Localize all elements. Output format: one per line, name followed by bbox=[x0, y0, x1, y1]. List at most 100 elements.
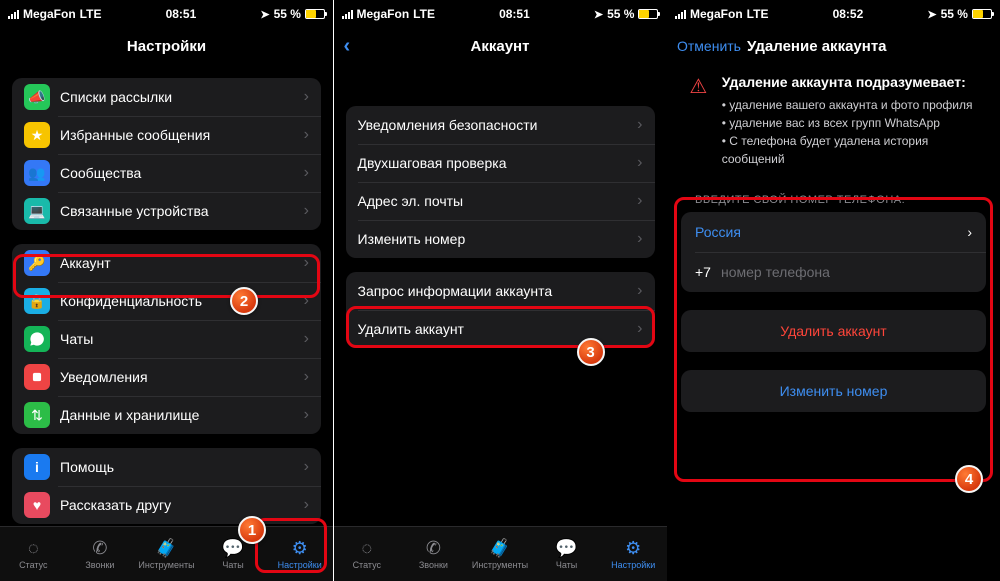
tab-status[interactable]: ◌ Статус bbox=[334, 527, 401, 581]
back-button[interactable]: ‹ bbox=[344, 35, 351, 58]
page-title: Аккаунт bbox=[471, 38, 530, 55]
row-communities[interactable]: 👥 Сообщества › bbox=[12, 154, 321, 192]
country-name: Россия bbox=[695, 224, 967, 240]
phone-section-label: ВВЕДИТЕ СВОЙ НОМЕР ТЕЛЕФОНА: bbox=[695, 194, 972, 206]
chevron-right-icon: › bbox=[637, 320, 642, 338]
row-delete-account[interactable]: Удалить аккаунт › bbox=[346, 310, 655, 348]
step-badge-1: 1 bbox=[238, 516, 266, 544]
signal-icon bbox=[342, 10, 353, 19]
change-number-button[interactable]: Изменить номер bbox=[681, 370, 986, 412]
chevron-right-icon: › bbox=[304, 126, 309, 144]
clock-label: 08:51 bbox=[166, 7, 197, 21]
chevron-right-icon: › bbox=[304, 202, 309, 220]
settings-group-3: i Помощь › ♥ Рассказать другу › bbox=[12, 448, 321, 524]
chevron-right-icon: › bbox=[304, 330, 309, 348]
phone-number-input[interactable]: +7 номер телефона bbox=[681, 252, 986, 292]
tab-chats[interactable]: 💬 Чаты bbox=[533, 527, 600, 581]
chevron-right-icon: › bbox=[637, 282, 642, 300]
clock-label: 08:52 bbox=[833, 7, 864, 21]
row-notifications[interactable]: Уведомления › bbox=[12, 358, 321, 396]
location-icon: ➤ bbox=[260, 8, 269, 21]
settings-group-2: 🔑 Аккаунт › 🔒 Конфиденциальность › Чаты … bbox=[12, 244, 321, 434]
row-privacy[interactable]: 🔒 Конфиденциальность › bbox=[12, 282, 321, 320]
bell-icon bbox=[24, 364, 50, 390]
row-security-notifications[interactable]: Уведомления безопасности › bbox=[346, 106, 655, 144]
warning-title: Удаление аккаунта подразумевает: bbox=[722, 74, 980, 90]
gear-icon: ⚙ bbox=[623, 538, 643, 558]
step-badge-2: 2 bbox=[230, 287, 258, 315]
chevron-right-icon: › bbox=[304, 458, 309, 476]
tab-bar: ◌ Статус ✆ Звонки 🧳 Инструменты 💬 Чаты ⚙… bbox=[0, 526, 333, 581]
row-chats[interactable]: Чаты › bbox=[12, 320, 321, 358]
tab-calls[interactable]: ✆ Звонки bbox=[67, 527, 134, 581]
chevron-right-icon: › bbox=[304, 368, 309, 386]
tab-tools[interactable]: 🧳 Инструменты bbox=[467, 527, 534, 581]
people-icon: 👥 bbox=[24, 160, 50, 186]
phone-placeholder: номер телефона bbox=[721, 264, 830, 280]
lock-icon: 🔒 bbox=[24, 288, 50, 314]
row-email[interactable]: Адрес эл. почты › bbox=[346, 182, 655, 220]
header-account: ‹ Аккаунт bbox=[334, 28, 667, 64]
network-label: LTE bbox=[80, 7, 102, 21]
arrows-icon: ⇅ bbox=[24, 402, 50, 428]
battery-icon bbox=[305, 9, 325, 19]
clock-label: 08:51 bbox=[499, 7, 530, 21]
heart-icon: ♥ bbox=[24, 492, 50, 518]
tab-bar: ◌ Статус ✆ Звонки 🧳 Инструменты 💬 Чаты ⚙… bbox=[334, 526, 667, 581]
phone-input-group: Россия › +7 номер телефона bbox=[681, 212, 986, 292]
phone-prefix: +7 bbox=[695, 264, 711, 280]
gear-icon: ⚙ bbox=[290, 538, 310, 558]
key-icon: 🔑 bbox=[24, 250, 50, 276]
step-badge-4: 4 bbox=[955, 465, 983, 493]
warning-item: удаление вас из всех групп WhatsApp bbox=[722, 114, 980, 132]
delete-warning: ⚠ Удаление аккаунта подразумевает: удале… bbox=[681, 64, 986, 172]
chat-icon: 💬 bbox=[223, 538, 243, 558]
chevron-right-icon: › bbox=[304, 164, 309, 182]
tab-status[interactable]: ◌ Статус bbox=[0, 527, 67, 581]
tab-settings[interactable]: ⚙ Настройки bbox=[600, 527, 667, 581]
warning-item: С телефона будет удалена история сообщен… bbox=[722, 132, 980, 168]
tab-tools[interactable]: 🧳 Инструменты bbox=[133, 527, 200, 581]
megaphone-icon: 📣 bbox=[24, 84, 50, 110]
chevron-right-icon: › bbox=[637, 192, 642, 210]
status-bar: MegaFon LTE 08:51 ➤ 55 % bbox=[0, 0, 333, 28]
page-title: Удаление аккаунта bbox=[747, 38, 887, 55]
row-tell-friend[interactable]: ♥ Рассказать другу › bbox=[12, 486, 321, 524]
row-storage[interactable]: ⇅ Данные и хранилище › bbox=[12, 396, 321, 434]
row-linked-devices[interactable]: 💻 Связанные устройства › bbox=[12, 192, 321, 230]
screen-delete-account: MegaFon LTE 08:52 ➤ 55 % Отменить Удален… bbox=[667, 0, 1000, 581]
chevron-right-icon: › bbox=[304, 406, 309, 424]
row-starred-messages[interactable]: ★ Избранные сообщения › bbox=[12, 116, 321, 154]
briefcase-icon: 🧳 bbox=[156, 538, 176, 558]
status-bar: MegaFon LTE 08:52 ➤ 55 % bbox=[667, 0, 1000, 28]
country-selector[interactable]: Россия › bbox=[681, 212, 986, 252]
star-icon: ★ bbox=[24, 122, 50, 148]
warning-icon: ⚠ bbox=[687, 74, 710, 168]
status-icon: ◌ bbox=[357, 538, 377, 558]
battery-icon bbox=[638, 9, 658, 19]
cancel-button[interactable]: Отменить bbox=[677, 38, 741, 54]
tab-settings[interactable]: ⚙ Настройки bbox=[266, 527, 333, 581]
tab-calls[interactable]: ✆ Звонки bbox=[400, 527, 467, 581]
delete-account-button[interactable]: Удалить аккаунт bbox=[681, 310, 986, 352]
settings-group-1: 📣 Списки рассылки › ★ Избранные сообщени… bbox=[12, 78, 321, 230]
status-icon: ◌ bbox=[23, 538, 43, 558]
row-request-info[interactable]: Запрос информации аккаунта › bbox=[346, 272, 655, 310]
row-change-number[interactable]: Изменить номер › bbox=[346, 220, 655, 258]
briefcase-icon: 🧳 bbox=[490, 538, 510, 558]
info-icon: i bbox=[24, 454, 50, 480]
chevron-right-icon: › bbox=[967, 224, 972, 240]
header-settings: Настройки bbox=[0, 28, 333, 64]
row-help[interactable]: i Помощь › bbox=[12, 448, 321, 486]
chevron-right-icon: › bbox=[304, 292, 309, 310]
row-two-step[interactable]: Двухшаговая проверка › bbox=[346, 144, 655, 182]
row-account[interactable]: 🔑 Аккаунт › bbox=[12, 244, 321, 282]
chevron-right-icon: › bbox=[637, 116, 642, 134]
row-broadcast-lists[interactable]: 📣 Списки рассылки › bbox=[12, 78, 321, 116]
page-title: Настройки bbox=[127, 38, 206, 55]
screen-account: MegaFon LTE 08:51 ➤ 55 % ‹ Аккаунт Уведо… bbox=[334, 0, 667, 581]
account-group-2: Запрос информации аккаунта › Удалить акк… bbox=[346, 272, 655, 348]
location-icon: ➤ bbox=[594, 8, 603, 21]
phone-icon: ✆ bbox=[423, 538, 443, 558]
battery-label: 55 % bbox=[274, 7, 301, 21]
